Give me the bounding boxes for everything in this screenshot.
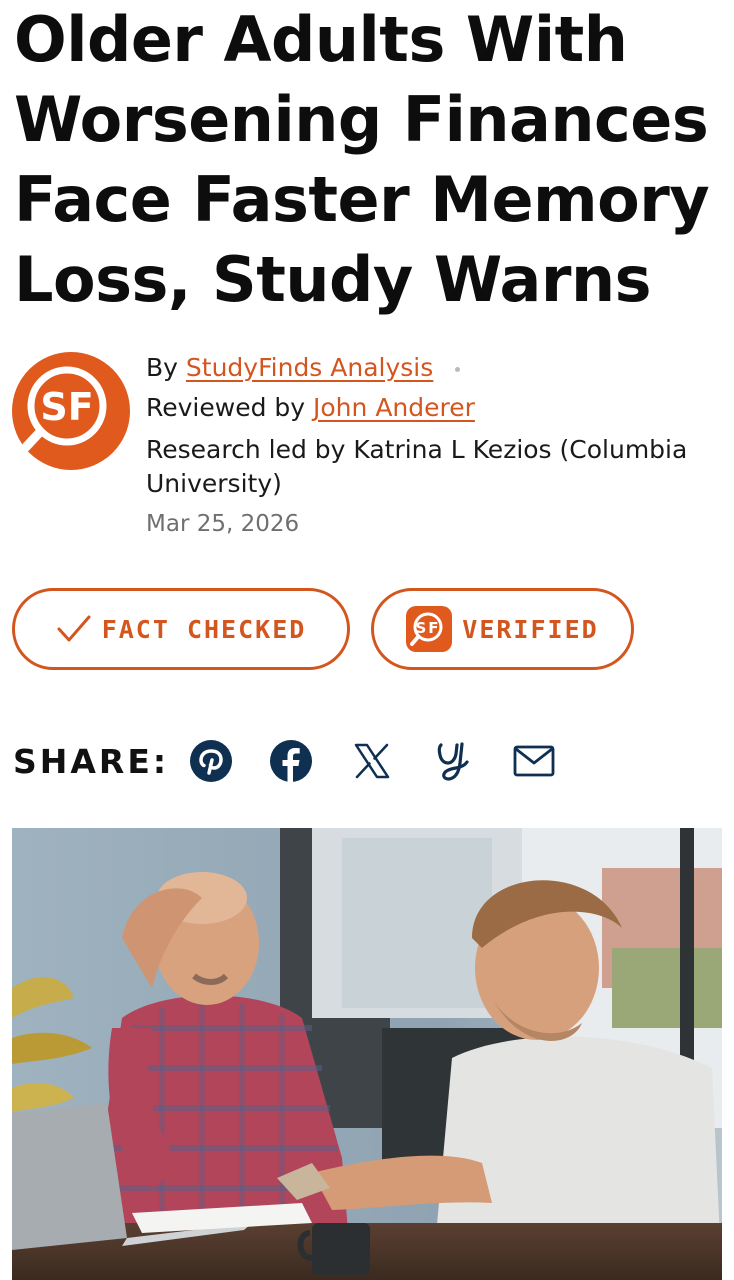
author-link[interactable]: StudyFinds Analysis <box>186 353 433 382</box>
x-icon[interactable] <box>350 739 394 783</box>
studyfinds-avatar-logo[interactable]: SF <box>12 352 130 470</box>
article-photo <box>12 828 722 1280</box>
verified-label: VERIFIED <box>462 614 599 644</box>
by-prefix: By <box>146 353 178 382</box>
reviewed-prefix: Reviewed by <box>146 393 306 422</box>
share-row: SHARE: <box>13 732 183 790</box>
photo-illustration <box>12 828 722 1280</box>
verified-badge[interactable]: SF VERIFIED <box>371 588 634 670</box>
studyfinds-logo-icon: SF <box>406 606 453 652</box>
research-credit: Research led by Katrina L Kezios (Columb… <box>146 435 688 498</box>
check-icon <box>57 615 91 642</box>
avatar-logo-text: SF <box>40 385 93 429</box>
fact-checked-label: FACT CHECKED <box>101 614 307 644</box>
separator-dot <box>455 366 461 372</box>
reviewer-row: Reviewed by John Anderer <box>146 389 726 429</box>
svg-text:SF: SF <box>416 619 441 637</box>
byline: By StudyFinds Analysis Reviewed by John … <box>146 349 726 537</box>
yahoo-icon[interactable] <box>430 739 474 783</box>
article-headline: Older Adults With Worsening Finances Fac… <box>14 3 710 316</box>
fact-checked-badge[interactable]: FACT CHECKED <box>12 588 350 670</box>
reviewer-link[interactable]: John Anderer <box>313 393 475 422</box>
author-row: By StudyFinds Analysis <box>146 349 726 389</box>
share-label: SHARE: <box>13 741 170 781</box>
publish-date: Mar 25, 2026 <box>146 511 300 537</box>
pinterest-icon[interactable] <box>189 739 233 783</box>
email-icon[interactable] <box>512 739 556 783</box>
facebook-icon[interactable] <box>269 739 313 783</box>
